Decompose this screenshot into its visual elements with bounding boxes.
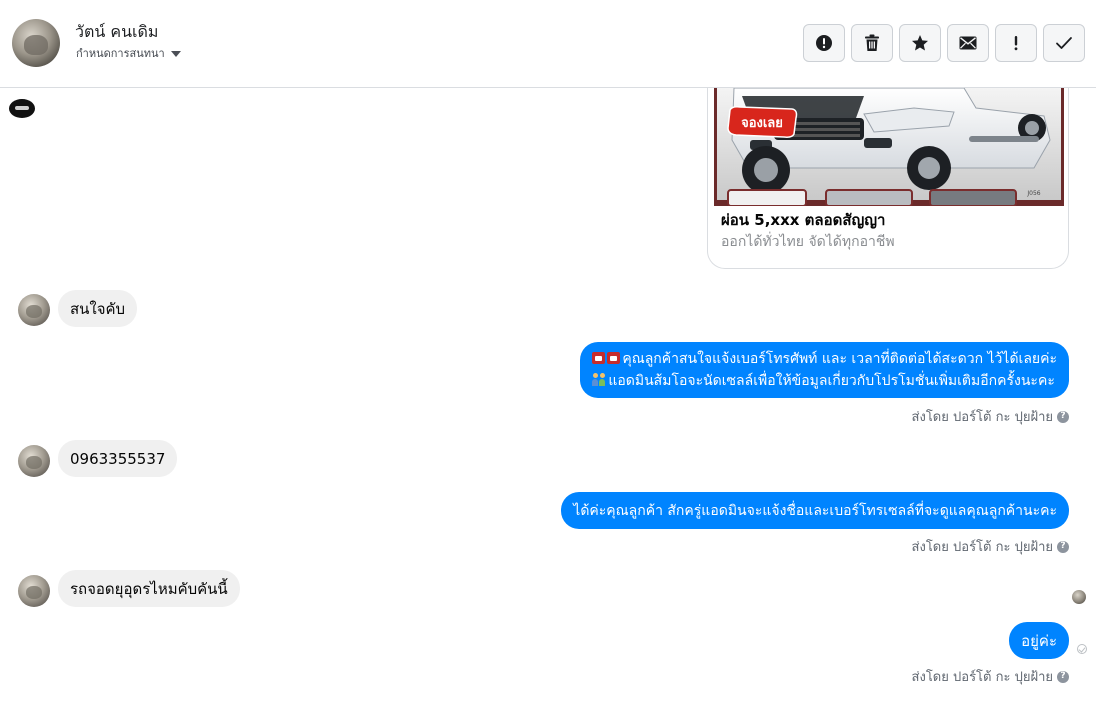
sent-by-text: ส่งโดย ปอร์โต้ กะ ปุยฝ้าย (911, 410, 1053, 425)
question-icon[interactable]: ? (1057, 410, 1069, 423)
follow-up-button[interactable] (995, 24, 1037, 62)
message-line-text: แอดมินส้มโอจะนัดเซลล์เพื่อให้ข้อมูลเกี่ย… (608, 373, 1055, 389)
question-icon[interactable]: ? (1057, 540, 1069, 553)
shared-post-image: จองเลย J056 (714, 88, 1064, 206)
sent-by-text: ส่งโดย ปอร์โต้ กะ ปุยฝ้าย (911, 670, 1053, 685)
alert-circle-icon (816, 35, 832, 51)
message-bubble-outgoing[interactable]: คุณลูกค้าสนใจแจ้งเบอร์โทรศัพท์ และ เวลาท… (580, 342, 1069, 398)
message-bubble-outgoing[interactable]: ได้ค่ะคุณลูกค้า สักครู่แอดมินจะแจ้งชื่อแ… (561, 492, 1069, 529)
trash-icon (865, 34, 879, 51)
assign-conversation-dropdown[interactable]: กำหนดการสนทนา (76, 44, 181, 62)
telephone-emoji-icon (607, 352, 621, 364)
message-bubble-incoming[interactable]: 0963355537 (58, 440, 178, 477)
sent-by-text: ส่งโดย ปอร์โต้ กะ ปุยฝ้าย (911, 540, 1053, 555)
shared-post-card[interactable]: จองเลย J056 ผ่อน 5,xxx ตลอดสัญญา ออกได้ท… (707, 88, 1069, 269)
message-line-text: คุณลูกค้าสนใจแจ้งเบอร์โทรศัพท์ และ เวลาท… (622, 351, 1057, 367)
caret-down-icon (170, 50, 181, 57)
telephone-emoji-icon (592, 352, 606, 364)
shared-post-title: ผ่อน 5,xxx ตลอดสัญญา (721, 211, 886, 229)
checkmark-icon (1056, 37, 1072, 49)
sent-by-label: ส่งโดย ปอร์โต้ กะ ปุยฝ้าย ? (912, 536, 1069, 557)
seen-by-avatar (1072, 590, 1086, 604)
mark-done-button[interactable] (1043, 24, 1085, 62)
exclamation-icon (1014, 36, 1018, 51)
spam-button[interactable] (803, 24, 845, 62)
message-line: แอดมินส้มโอจะนัดเซลล์เพื่อให้ข้อมูลเกี่ย… (592, 370, 1057, 392)
shared-post-subtitle: ออกได้ทั่วไทย จัดได้ทุกอาชีพ (721, 234, 895, 250)
contact-name[interactable]: วัตน์ คนเดิม (75, 20, 158, 45)
sender-avatar[interactable] (18, 445, 50, 477)
sent-check-icon (1077, 644, 1087, 654)
sent-by-label: ส่งโดย ปอร์โต้ กะ ปุยฝ้าย ? (912, 406, 1069, 427)
question-icon[interactable]: ? (1057, 670, 1069, 683)
message-line: คุณลูกค้าสนใจแจ้งเบอร์โทรศัพท์ และ เวลาท… (592, 348, 1057, 370)
sent-by-label: ส่งโดย ปอร์โต้ กะ ปุยฝ้าย ? (912, 666, 1069, 687)
delete-button[interactable] (851, 24, 893, 62)
image-badge-text: จองเลย (741, 116, 783, 131)
mark-unread-button[interactable] (947, 24, 989, 62)
page-logo (9, 99, 35, 118)
contact-avatar[interactable] (12, 19, 60, 67)
people-emoji-icon (592, 373, 606, 386)
message-bubble-incoming[interactable]: รถจอดยุอุดรไหมคับคันนี้ (58, 570, 240, 607)
star-icon (912, 35, 928, 51)
conversation-toolbar (803, 24, 1085, 62)
sender-avatar[interactable] (18, 294, 50, 326)
message-bubble-outgoing[interactable]: อยู่ค่ะ (1009, 622, 1069, 659)
star-button[interactable] (899, 24, 941, 62)
image-code-text: J056 (1026, 190, 1040, 197)
sender-avatar[interactable] (18, 575, 50, 607)
envelope-icon (959, 36, 977, 50)
conversation-header: วัตน์ คนเดิม กำหนดการสนทนา (0, 0, 1096, 88)
assign-conversation-label: กำหนดการสนทนา (76, 47, 165, 60)
message-bubble-incoming[interactable]: สนใจคับ (58, 290, 138, 327)
